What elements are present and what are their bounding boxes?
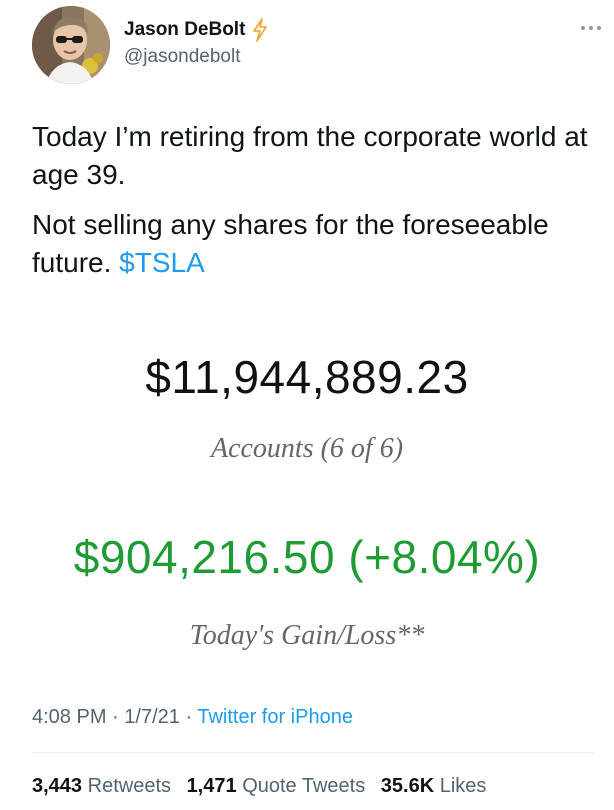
retweets-stat[interactable]: 3,443 Retweets — [32, 775, 171, 797]
likes-label: Likes — [439, 775, 487, 797]
more-options-icon[interactable] — [580, 20, 602, 30]
tweet-media-image[interactable]: $11,944,889.23 Accounts (6 of 6) $904,21… — [20, 330, 594, 680]
quote-tweets-stat[interactable]: 1,471 Quote Tweets — [187, 775, 366, 797]
tweet-paragraph-1: Today I’m retiring from the corporate wo… — [32, 121, 588, 190]
tweet-source-link[interactable]: Twitter for iPhone — [197, 706, 353, 728]
tweet-paragraph-2: Not selling any shares for the foreseeab… — [32, 206, 592, 282]
divider — [32, 752, 594, 753]
engagement-stats: 3,443 Retweets 1,471 Quote Tweets 35.6K … — [32, 775, 496, 798]
tweet-header: Jason DeBolt @jasondebolt — [32, 6, 601, 86]
name-row: Jason DeBolt — [124, 16, 269, 44]
tweet-text: Today I’m retiring from the corporate wo… — [32, 118, 592, 294]
tweet-paragraph-2-text: Not selling any shares for the foreseeab… — [32, 209, 549, 278]
tweet: Jason DeBolt @jasondebolt Today I’m reti… — [0, 0, 614, 810]
tweet-time[interactable]: 4:08 PM — [32, 706, 106, 728]
gain-label: Today's Gain/Loss** — [189, 620, 425, 651]
quote-tweets-count: 1,471 — [186, 775, 237, 797]
meta-separator: · — [185, 706, 193, 728]
likes-stat[interactable]: 35.6K Likes — [381, 775, 487, 797]
accounts-label: Accounts (6 of 6) — [210, 433, 404, 464]
likes-count: 35.6K — [380, 775, 435, 797]
retweets-label: Retweets — [87, 775, 171, 797]
retweets-count: 3,443 — [32, 775, 83, 797]
quote-tweets-label: Quote Tweets — [242, 775, 366, 797]
meta-separator: · — [112, 706, 119, 728]
handle[interactable]: @jasondebolt — [124, 46, 240, 68]
gain-value: $904,216.50 (+8.04%) — [73, 531, 541, 583]
tweet-date[interactable]: 1/7/21 — [124, 706, 180, 728]
display-name[interactable]: Jason DeBolt — [124, 19, 245, 41]
tweet-meta: 4:08 PM · 1/7/21 · Twitter for iPhone — [32, 706, 353, 729]
lightning-bolt-icon — [251, 18, 269, 42]
avatar[interactable] — [32, 6, 110, 84]
avatar-photo — [32, 6, 110, 84]
total-value: $11,944,889.23 — [145, 351, 469, 403]
cashtag-link[interactable]: $TSLA — [119, 247, 205, 278]
